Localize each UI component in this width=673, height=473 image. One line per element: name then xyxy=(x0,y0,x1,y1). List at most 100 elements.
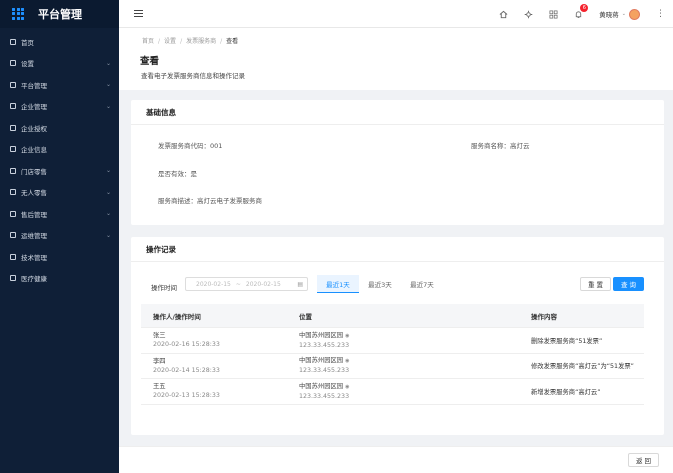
menu-toggle-icon[interactable] xyxy=(134,10,143,17)
bell-icon[interactable]: 6 xyxy=(574,3,589,19)
sidebar-item[interactable]: 医疗健康 xyxy=(0,268,119,290)
range-tab[interactable]: 最近7天 xyxy=(401,275,443,293)
reset-button[interactable]: 重 置 xyxy=(580,277,611,291)
sidebar-item[interactable]: 门店零售 ⌄ xyxy=(0,160,119,182)
sidebar-item[interactable]: 企业信息 xyxy=(0,139,119,161)
calendar-icon: ▤ xyxy=(297,280,303,288)
sidebar-item[interactable]: 售后管理 ⌄ xyxy=(0,203,119,225)
sidebar-item[interactable]: 无人零售 ⌄ xyxy=(0,182,119,204)
cell-operator: 李四 2020-02-14 15:28:33 xyxy=(141,357,299,375)
menu-item-icon xyxy=(10,81,16,88)
info-code: 发票服务商代码：001 xyxy=(158,142,223,150)
query-button[interactable]: 查 询 xyxy=(613,277,644,291)
footer-bar: 返 回 xyxy=(119,446,673,473)
sidebar-item[interactable]: 运维管理 ⌄ xyxy=(0,225,119,247)
user-menu[interactable]: 黄晓蒋 ⌄ xyxy=(599,8,640,20)
quick-range-tabs: 最近1天 最近3天 最近7天 xyxy=(317,275,443,293)
sidebar-item-label: 平台管理 xyxy=(21,81,47,90)
menu-item-icon xyxy=(10,189,16,196)
breadcrumb-item-settings[interactable]: 设置 xyxy=(164,38,176,45)
sidebar-item[interactable]: 设置 ⌄ xyxy=(0,53,119,75)
menu-item-icon xyxy=(10,38,16,45)
sidebar-item[interactable]: 平台管理 ⌄ xyxy=(0,74,119,96)
date-end-input[interactable]: 2020-02-15 xyxy=(246,281,281,288)
operator-name: 李四 xyxy=(153,357,166,365)
sidebar-item-label: 无人零售 xyxy=(21,189,47,198)
chevron-down-icon: ⌄ xyxy=(105,210,111,218)
sidebar-item-label: 门店零售 xyxy=(21,167,47,176)
records-card: 操作记录 操作时间 2020-02-15 ~ 2020-02-15 ▤ 最近1天… xyxy=(131,237,664,435)
date-start-input[interactable]: 2020-02-15 xyxy=(196,281,231,288)
sidebar-nav: 首页 设置 ⌄ 平台管理 ⌄ 企业管理 ⌄ 企业授权 企业信息 门店零售 ⌄ 无人零售 ⌄ 售后管理 ⌄ 运维… xyxy=(0,31,119,289)
operation-time: 2020-02-16 15:28:33 xyxy=(153,341,220,349)
menu-item-icon xyxy=(10,124,16,131)
time-filter-label: 操作时间 xyxy=(151,284,177,292)
table-row: 王五 2020-02-13 15:28:33 中国苏州园区园 ◉ 123.33.455.… xyxy=(141,379,644,405)
cell-operator: 张三 2020-02-16 15:28:33 xyxy=(141,331,299,349)
app-title: 平台管理 xyxy=(38,8,82,21)
avatar xyxy=(629,8,640,20)
info-valid: 是否有效：是 xyxy=(158,170,197,178)
sidebar-item-label: 企业授权 xyxy=(21,124,47,133)
breadcrumb-item-invoice-provider[interactable]: 发票服务商 xyxy=(186,38,216,45)
grid-logo-icon xyxy=(12,7,25,21)
cell-content: 新增发票服务商“高灯云” xyxy=(531,388,601,396)
page-header: 首页 / 设置 / 发票服务商 / 查看 查看 查看电子发票服务商信息和操作记录 xyxy=(119,28,673,90)
chevron-down-icon: ⌄ xyxy=(105,59,111,67)
breadcrumb-item-current: 查看 xyxy=(226,38,239,45)
operation-time: 2020-02-13 15:28:33 xyxy=(153,392,220,400)
info-description: 服务商描述：高灯云电子发票服务商 xyxy=(158,197,262,205)
basic-info-title: 基础信息 xyxy=(131,100,664,125)
sidebar-item[interactable]: 企业授权 xyxy=(0,117,119,139)
sidebar-item-label: 首页 xyxy=(21,38,34,47)
basic-info-card: 基础信息 发票服务商代码：001 服务商名称：高灯云 是否有效：是 服务商描述：… xyxy=(131,100,664,225)
location-pin-icon: ◉ xyxy=(345,332,350,339)
table-row: 张三 2020-02-16 15:28:33 中国苏州园区园 ◉ 123.33.455.… xyxy=(141,328,644,354)
date-range-picker[interactable]: 2020-02-15 ~ 2020-02-15 ▤ xyxy=(185,277,308,291)
ip-address: 123.33.455.233 xyxy=(299,392,350,400)
range-tab[interactable]: 最近3天 xyxy=(359,275,401,293)
apps-grid-icon[interactable] xyxy=(549,10,558,19)
col-content: 操作内容 xyxy=(531,312,557,321)
sidebar-item-label: 运维管理 xyxy=(21,232,47,241)
chevron-down-icon: ⌄ xyxy=(105,167,111,175)
location-text: 中国苏州园区园 xyxy=(299,357,344,365)
sidebar-item[interactable]: 企业管理 ⌄ xyxy=(0,96,119,118)
menu-item-icon xyxy=(10,103,16,110)
breadcrumb-item-home[interactable]: 首页 xyxy=(142,38,154,45)
records-title: 操作记录 xyxy=(131,237,664,262)
breadcrumb: 首页 / 设置 / 发票服务商 / 查看 xyxy=(142,38,239,45)
sidebar-item-label: 医疗健康 xyxy=(21,275,47,284)
home-icon[interactable] xyxy=(499,10,508,19)
location-text: 中国苏州园区园 xyxy=(299,331,344,339)
page-description: 查看电子发票服务商信息和操作记录 xyxy=(141,72,245,80)
col-operator: 操作人/操作时间 xyxy=(153,312,201,321)
back-button[interactable]: 返 回 xyxy=(628,453,659,467)
records-table: 操作人/操作时间 位置 操作内容 张三 2020-02-16 15:28:33 中国… xyxy=(141,304,644,405)
table-row: 李四 2020-02-14 15:28:33 中国苏州园区园 ◉ 123.33.455.… xyxy=(141,354,644,379)
sidebar-item-label: 企业管理 xyxy=(21,103,47,112)
range-tab[interactable]: 最近1天 xyxy=(317,275,359,293)
settings-icon[interactable] xyxy=(524,10,533,19)
menu-item-icon xyxy=(10,275,16,282)
chevron-down-icon: ⌄ xyxy=(105,81,111,89)
cell-content: 修改发票服务商“高灯云”为“51发票” xyxy=(531,363,634,371)
chevron-down-icon: ⌄ xyxy=(105,102,111,110)
menu-item-icon xyxy=(10,210,16,217)
operator-name: 张三 xyxy=(153,332,166,340)
chevron-down-icon: ⌄ xyxy=(621,11,626,17)
chevron-down-icon: ⌄ xyxy=(105,188,111,196)
table-header: 操作人/操作时间 位置 操作内容 xyxy=(141,304,644,328)
chevron-down-icon: ⌄ xyxy=(105,231,111,239)
sidebar-item[interactable]: 首页 xyxy=(0,31,119,53)
cell-location: 中国苏州园区园 ◉ 123.33.455.233 xyxy=(299,356,531,375)
page-title: 查看 xyxy=(140,56,160,67)
sidebar-item[interactable]: 技术管理 xyxy=(0,246,119,268)
menu-item-icon xyxy=(10,60,16,67)
sidebar-item-label: 设置 xyxy=(21,60,34,69)
sidebar-item-label: 技术管理 xyxy=(21,253,47,262)
more-vertical-icon[interactable]: ⋮ xyxy=(656,9,665,19)
operator-name: 王五 xyxy=(153,383,166,391)
brand: 平台管理 xyxy=(0,0,119,28)
notification-badge: 6 xyxy=(580,3,589,12)
